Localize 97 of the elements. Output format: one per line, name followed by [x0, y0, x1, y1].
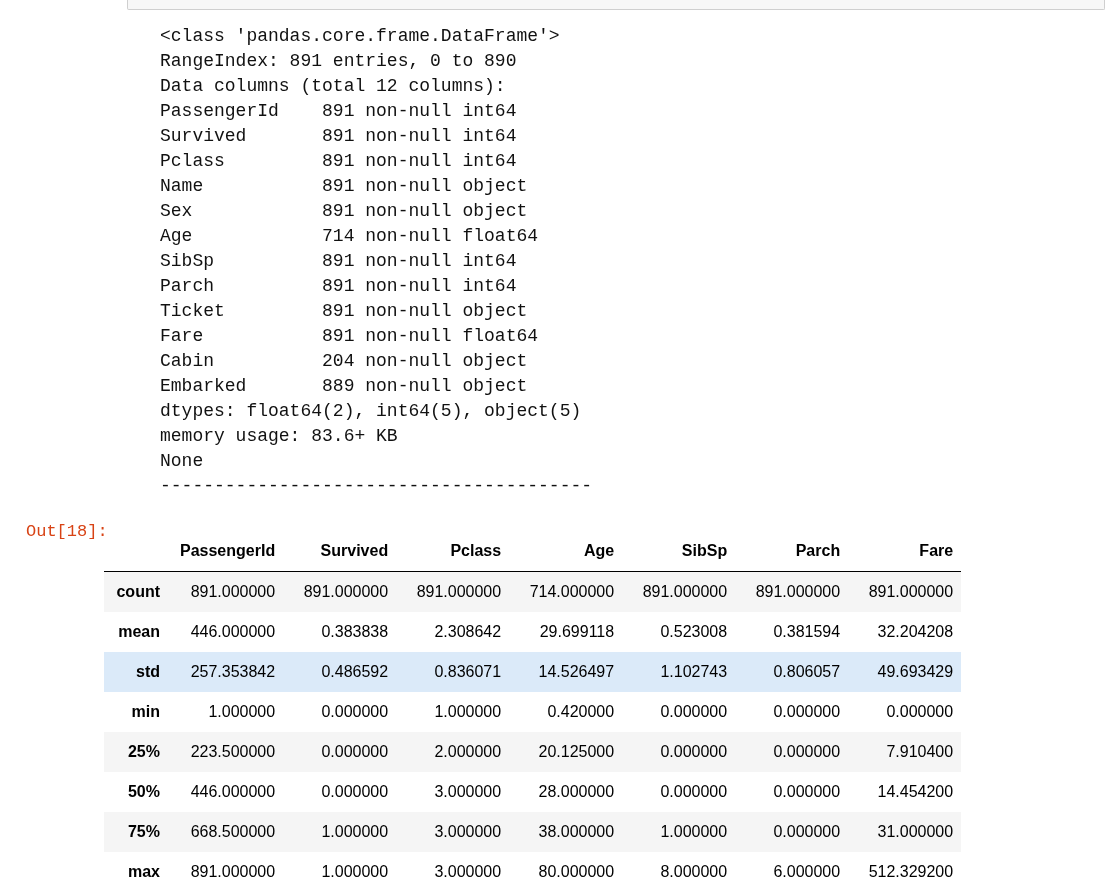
column-header: SibSp — [622, 531, 736, 572]
table-cell: 0.000000 — [283, 772, 397, 812]
output-line: Ticket 891 non-null object — [160, 300, 528, 323]
table-cell: 2.308642 — [396, 612, 510, 652]
table-cell: 891.000000 — [170, 571, 284, 612]
output-line: Parch 891 non-null int64 — [160, 275, 517, 298]
output-line: Survived 891 non-null int64 — [160, 125, 517, 148]
output-line: Cabin 204 non-null object — [160, 350, 528, 373]
table-cell: 3.000000 — [396, 772, 510, 812]
table-row[interactable]: 25% 223.500000 0.000000 2.000000 20.125000 0.000000 0.000000 7.910400 — [104, 732, 962, 772]
table-cell: 0.000000 — [735, 732, 849, 772]
table-cell: 14.454200 — [848, 772, 962, 812]
table-cell: 1.000000 — [622, 812, 736, 852]
output-line: memory usage: 83.6+ KB — [160, 425, 398, 448]
output-line: PassengerId 891 non-null int64 — [160, 100, 517, 123]
table-row[interactable]: mean 446.000000 0.383838 2.308642 29.699118 0.523008 0.381594 32.204208 — [104, 612, 962, 652]
output-line: RangeIndex: 891 entries, 0 to 890 — [160, 50, 517, 73]
table-row[interactable]: min 1.000000 0.000000 1.000000 0.420000 0.000000 0.000000 0.000000 — [104, 692, 962, 732]
table-cell: 0.420000 — [509, 692, 623, 732]
table-cell: 446.000000 — [170, 772, 284, 812]
table-cell: 0.000000 — [283, 732, 397, 772]
output-line: Embarked 889 non-null object — [160, 375, 528, 398]
table-cell: 0.000000 — [622, 732, 736, 772]
table-cell: 3.000000 — [396, 852, 510, 892]
table-cell: 20.125000 — [509, 732, 623, 772]
row-label: min — [104, 692, 170, 732]
output-line: Sex 891 non-null object — [160, 200, 528, 223]
output-line: None — [160, 450, 204, 473]
table-row[interactable]: 75% 668.500000 1.000000 3.000000 38.000000 1.000000 0.000000 31.000000 — [104, 812, 962, 852]
table-cell: 0.381594 — [735, 612, 849, 652]
table-cell: 7.910400 — [848, 732, 962, 772]
row-label: count — [104, 571, 170, 612]
row-label: 25% — [104, 732, 170, 772]
table-cell: 512.329200 — [848, 852, 962, 892]
output-line: Data columns (total 12 columns): — [160, 75, 506, 98]
table-cell: 0.806057 — [735, 652, 849, 692]
table-cell: 1.000000 — [283, 852, 397, 892]
table-cell: 257.353842 — [170, 652, 284, 692]
table-cell: 0.000000 — [622, 692, 736, 732]
table-cell: 28.000000 — [509, 772, 623, 812]
table-cell: 38.000000 — [509, 812, 623, 852]
row-label: std — [104, 652, 170, 692]
table-cell: 0.000000 — [735, 772, 849, 812]
table-cell: 31.000000 — [848, 812, 962, 852]
table-cell: 1.000000 — [396, 692, 510, 732]
output-line: Age 714 non-null float64 — [160, 225, 539, 248]
table-cell: 891.000000 — [396, 571, 510, 612]
table-row[interactable]: 50% 446.000000 0.000000 3.000000 28.000000 0.000000 0.000000 14.454200 — [104, 772, 962, 812]
table-cell: 891.000000 — [622, 571, 736, 612]
output-line: Pclass 891 non-null int64 — [160, 150, 517, 173]
table-cell: 0.836071 — [396, 652, 510, 692]
output-line: ---------------------------------------- — [160, 475, 593, 498]
output-line: Name 891 non-null object — [160, 175, 528, 198]
row-label: 75% — [104, 812, 170, 852]
table-cell: 668.500000 — [170, 812, 284, 852]
table-cell: 1.000000 — [283, 812, 397, 852]
table-cell: 29.699118 — [509, 612, 623, 652]
output-line: Fare 891 non-null float64 — [160, 325, 539, 348]
table-cell: 0.000000 — [735, 692, 849, 732]
table-row[interactable]: count 891.000000 891.000000 891.000000 714.000000 891.000000 891.000000 891.000000 — [104, 571, 962, 612]
column-header: Pclass — [396, 531, 510, 572]
output-line: <class 'pandas.core.frame.DataFrame'> — [160, 25, 560, 48]
table-cell: 8.000000 — [622, 852, 736, 892]
table-cell: 1.000000 — [170, 692, 284, 732]
table-cell: 891.000000 — [735, 571, 849, 612]
table-cell: 0.523008 — [622, 612, 736, 652]
table-cell: 223.500000 — [170, 732, 284, 772]
column-header: Fare — [848, 531, 962, 572]
output-line: SibSp 891 non-null int64 — [160, 250, 517, 273]
table-cell: 0.000000 — [848, 692, 962, 732]
row-label: mean — [104, 612, 170, 652]
table-cell: 0.383838 — [283, 612, 397, 652]
table-cell: 1.102743 — [622, 652, 736, 692]
column-header: PassengerId — [170, 531, 284, 572]
column-header: Survived — [283, 531, 397, 572]
row-label: max — [104, 852, 170, 892]
table-cell: 2.000000 — [396, 732, 510, 772]
table-cell: 80.000000 — [509, 852, 623, 892]
output-prompt: Out[18]: — [25, 521, 104, 543]
table-cell: 0.486592 — [283, 652, 397, 692]
table-cell: 891.000000 — [170, 852, 284, 892]
table-cell: 0.000000 — [283, 692, 397, 732]
column-header: Age — [509, 531, 623, 572]
table-cell: 14.526497 — [509, 652, 623, 692]
table-cell: 891.000000 — [848, 571, 962, 612]
table-cell: 0.000000 — [735, 812, 849, 852]
column-header: Parch — [735, 531, 849, 572]
table-cell: 446.000000 — [170, 612, 284, 652]
table-cell: 3.000000 — [396, 812, 510, 852]
table-cell: 6.000000 — [735, 852, 849, 892]
table-cell: 891.000000 — [283, 571, 397, 612]
table-cell: 0.000000 — [622, 772, 736, 812]
row-label: 50% — [104, 772, 170, 812]
table-cell: 49.693429 — [848, 652, 962, 692]
output-line: dtypes: float64(2), int64(5), object(5) — [160, 400, 582, 423]
table-cell: 714.000000 — [509, 571, 623, 612]
table-cell: 32.204208 — [848, 612, 962, 652]
